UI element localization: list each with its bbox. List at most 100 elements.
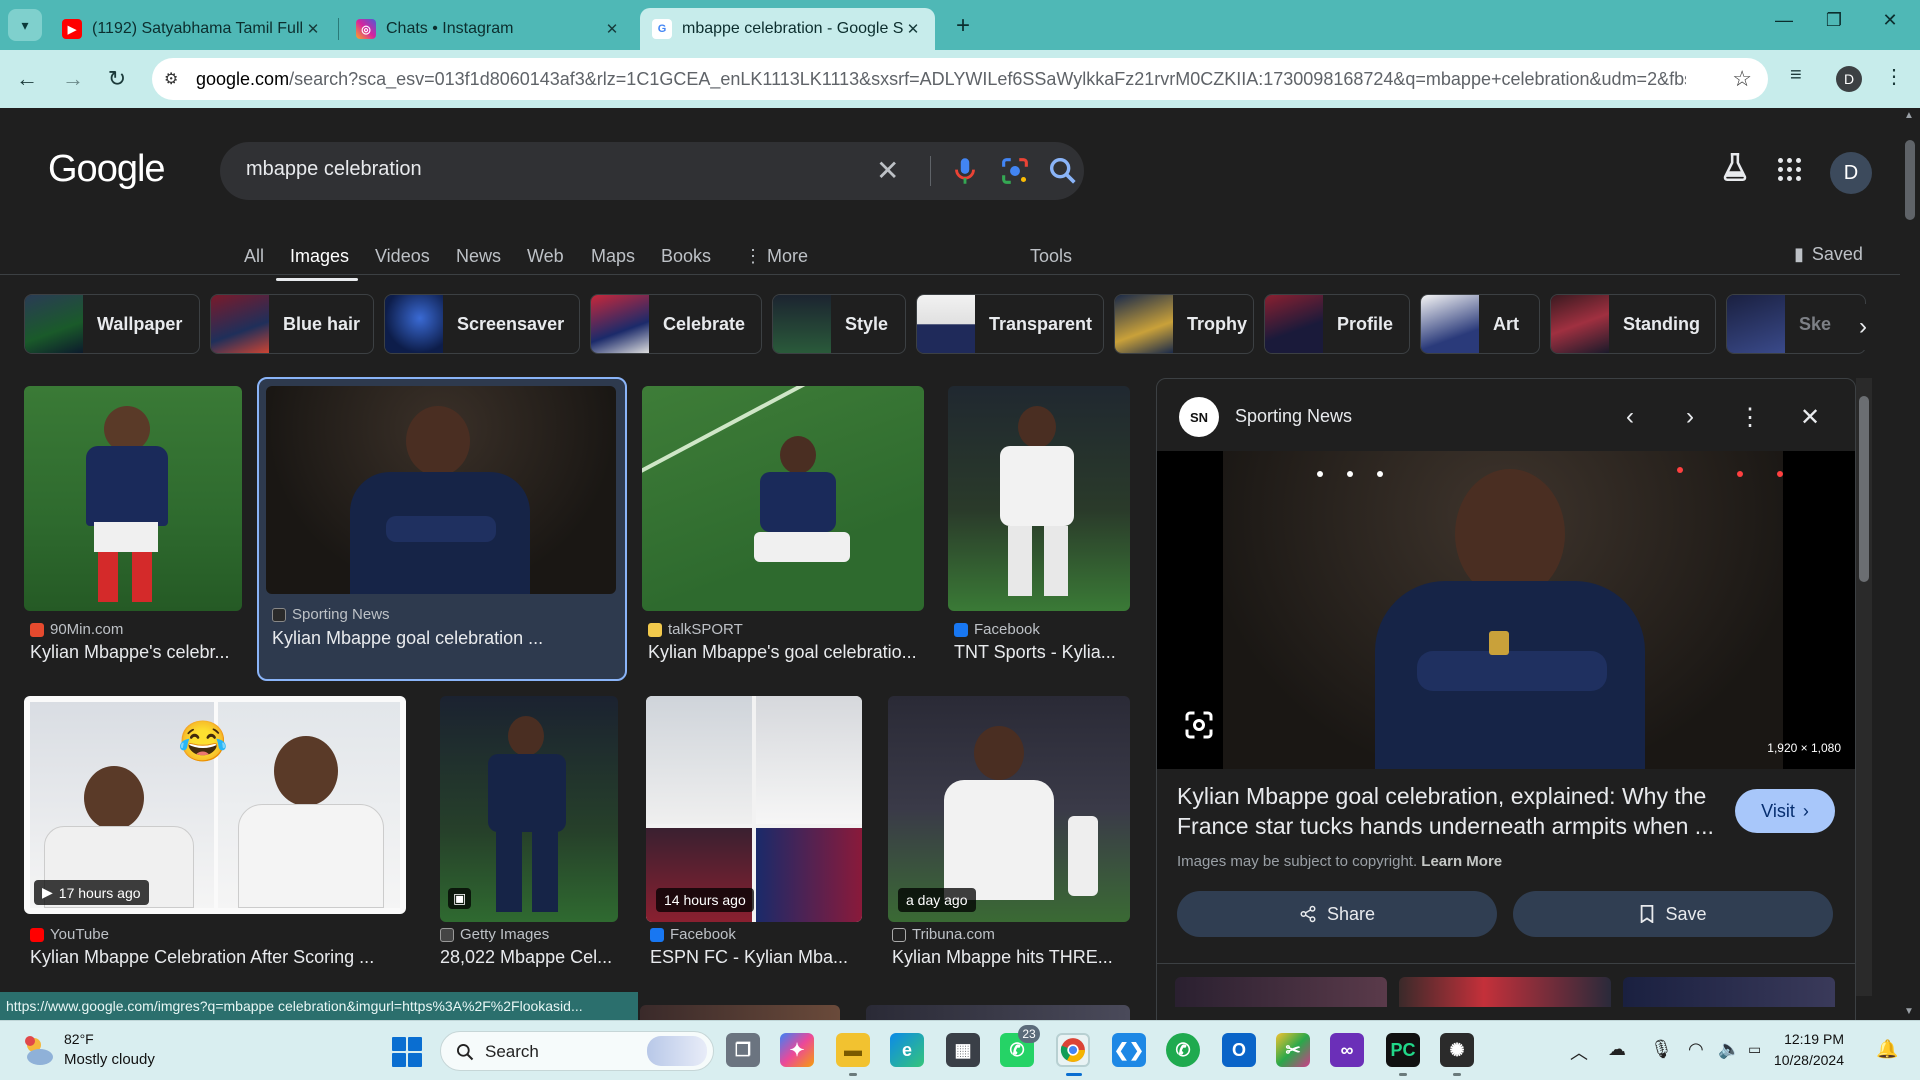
address-bar[interactable]: ⚙ google.com/search?sca_esv=013f1d806014…	[152, 58, 1768, 100]
tab-google-active[interactable]: G mbappe celebration - Google S ✕	[640, 8, 935, 50]
chip-style[interactable]: Style	[772, 294, 906, 354]
tab-maps[interactable]: Maps	[591, 246, 635, 267]
chip-trophy[interactable]: Trophy	[1114, 294, 1254, 354]
source-logo[interactable]: SN	[1179, 397, 1219, 437]
edge-icon[interactable]: e	[890, 1033, 924, 1067]
learn-more-link[interactable]: Learn More	[1421, 853, 1502, 870]
chip-blue-hair[interactable]: Blue hair	[210, 294, 374, 354]
vscode-icon[interactable]: ❮❯	[1112, 1033, 1146, 1067]
reload-icon[interactable]: ↻	[102, 64, 132, 94]
tab-videos[interactable]: Videos	[375, 246, 430, 267]
result-source[interactable]: talkSPORT	[648, 621, 743, 638]
minimize-icon[interactable]: —	[1764, 10, 1804, 31]
page-scroll-thumb[interactable]	[1905, 140, 1915, 220]
notification-bell-icon[interactable]: 🔔	[1876, 1039, 1898, 1060]
microphone-icon[interactable]	[948, 154, 982, 188]
tab-instagram[interactable]: ◎ Chats • Instagram ✕	[344, 8, 634, 50]
weather-cloudy-icon[interactable]	[20, 1033, 56, 1069]
result-caption[interactable]: Kylian Mbappe goal celebration ...	[272, 628, 612, 649]
search-labs-icon[interactable]	[1718, 150, 1752, 184]
taskbar-search[interactable]: Search	[440, 1031, 714, 1071]
back-arrow-icon[interactable]: ←	[12, 64, 42, 94]
clock-time[interactable]: 12:19 PM	[1754, 1031, 1844, 1047]
tab-web[interactable]: Web	[527, 246, 564, 267]
microsoft-store-icon[interactable]: ▦	[946, 1033, 980, 1067]
page-scrollbar[interactable]: ▲ ▼	[1900, 108, 1920, 1020]
chip-wallpaper[interactable]: Wallpaper	[24, 294, 200, 354]
more-options-icon[interactable]: ⋮	[1735, 403, 1765, 432]
browser-profile-avatar[interactable]: D	[1836, 66, 1862, 92]
result-caption[interactable]: Kylian Mbappe's goal celebratio...	[648, 642, 924, 663]
google-lens-icon[interactable]	[998, 154, 1032, 188]
scroll-up-icon[interactable]: ▲	[1904, 110, 1914, 121]
chips-next-chevron-icon[interactable]: ›	[1840, 304, 1886, 350]
image-result-partial[interactable]	[640, 1005, 840, 1020]
image-result-partial[interactable]	[866, 1005, 1130, 1020]
file-explorer-icon[interactable]: ▬	[836, 1033, 870, 1067]
result-image[interactable]: ▣	[440, 696, 618, 922]
outlook-icon[interactable]: O	[1222, 1033, 1256, 1067]
tools-button[interactable]: Tools	[1030, 246, 1072, 267]
panel-scroll-thumb[interactable]	[1859, 396, 1869, 582]
google-logo[interactable]: Google	[48, 148, 166, 191]
show-hidden-icons-chevron-icon[interactable]: ︿	[1570, 1039, 1588, 1065]
related-image[interactable]	[1175, 977, 1387, 1007]
tab-images[interactable]: Images	[290, 246, 349, 267]
result-caption[interactable]: Kylian Mbappe's celebr...	[30, 642, 240, 663]
preview-title[interactable]: Kylian Mbappe goal celebration, explaine…	[1177, 781, 1717, 841]
close-icon[interactable]: ✕	[903, 20, 923, 38]
chip-art[interactable]: Art	[1420, 294, 1540, 354]
previous-chevron-icon[interactable]: ‹	[1615, 403, 1645, 431]
task-view-icon[interactable]: ❐	[726, 1033, 760, 1067]
window-close-icon[interactable]: ✕	[1870, 10, 1910, 31]
weather-condition[interactable]: Mostly cloudy	[64, 1051, 155, 1068]
visit-button[interactable]: Visit ›	[1735, 789, 1835, 833]
url-text[interactable]: google.com/search?sca_esv=013f1d8060143a…	[196, 69, 1686, 90]
chip-screensaver[interactable]: Screensaver	[384, 294, 580, 354]
media-controls-icon[interactable]: ≡	[1790, 64, 1802, 87]
bookmark-star-icon[interactable]: ☆	[1732, 66, 1752, 92]
chip-transparent[interactable]: Transparent	[916, 294, 1104, 354]
result-image[interactable]: 14 hours ago	[646, 696, 862, 922]
account-avatar[interactable]: D	[1830, 152, 1872, 194]
result-source[interactable]: Getty Images	[440, 926, 549, 943]
panel-scrollbar[interactable]	[1856, 378, 1872, 996]
preview-image[interactable]	[1157, 451, 1855, 769]
close-panel-icon[interactable]: ✕	[1795, 403, 1825, 432]
result-caption[interactable]: ESPN FC - Kylian Mba...	[650, 947, 862, 968]
result-source[interactable]: Tribuna.com	[892, 926, 995, 943]
close-icon[interactable]: ✕	[303, 20, 323, 38]
chrome-icon[interactable]	[1056, 1033, 1090, 1067]
saved-button[interactable]: ▮ Saved	[1794, 244, 1863, 265]
snipping-tool-icon[interactable]: ✂	[1276, 1033, 1310, 1067]
microphone-icon[interactable]: 🎙	[1650, 1039, 1673, 1060]
search-icon[interactable]	[1046, 154, 1080, 188]
visual-studio-icon[interactable]: ∞	[1330, 1033, 1364, 1067]
app-icon[interactable]: ✺	[1440, 1033, 1474, 1067]
chip-profile[interactable]: Profile	[1264, 294, 1410, 354]
tab-youtube[interactable]: ▶ (1192) Satyabhama Tamil Full M ✕	[50, 8, 335, 50]
search-input[interactable]: mbappe celebration	[246, 158, 422, 181]
browser-menu-icon[interactable]: ⋮	[1884, 64, 1904, 89]
site-info-icon[interactable]: ⚙	[164, 69, 184, 89]
google-apps-icon[interactable]	[1778, 158, 1802, 182]
result-image[interactable]	[642, 386, 924, 611]
scroll-down-icon[interactable]: ▼	[1904, 1006, 1914, 1017]
new-tab-icon[interactable]: +	[950, 12, 976, 40]
volume-icon[interactable]: 🔈	[1718, 1039, 1740, 1060]
source-name[interactable]: Sporting News	[1235, 406, 1352, 427]
result-source[interactable]: YouTube	[30, 926, 109, 943]
tab-search-chevron-icon[interactable]: ▾	[8, 9, 42, 41]
search-box[interactable]: mbappe celebration ✕	[220, 142, 1084, 200]
close-icon[interactable]: ✕	[602, 20, 622, 38]
onedrive-icon[interactable]: ☁	[1608, 1039, 1626, 1060]
share-button[interactable]: Share	[1177, 891, 1497, 937]
result-source[interactable]: 90Min.com	[30, 621, 123, 638]
result-image[interactable]	[266, 386, 616, 594]
wifi-icon[interactable]: ◠	[1688, 1039, 1704, 1060]
result-image[interactable]: a day ago	[888, 696, 1130, 922]
save-button[interactable]: Save	[1513, 891, 1833, 937]
result-image[interactable]: 😂 ▶ 17 hours ago	[24, 696, 406, 914]
forward-arrow-icon[interactable]: →	[58, 64, 88, 94]
result-image[interactable]	[24, 386, 242, 611]
